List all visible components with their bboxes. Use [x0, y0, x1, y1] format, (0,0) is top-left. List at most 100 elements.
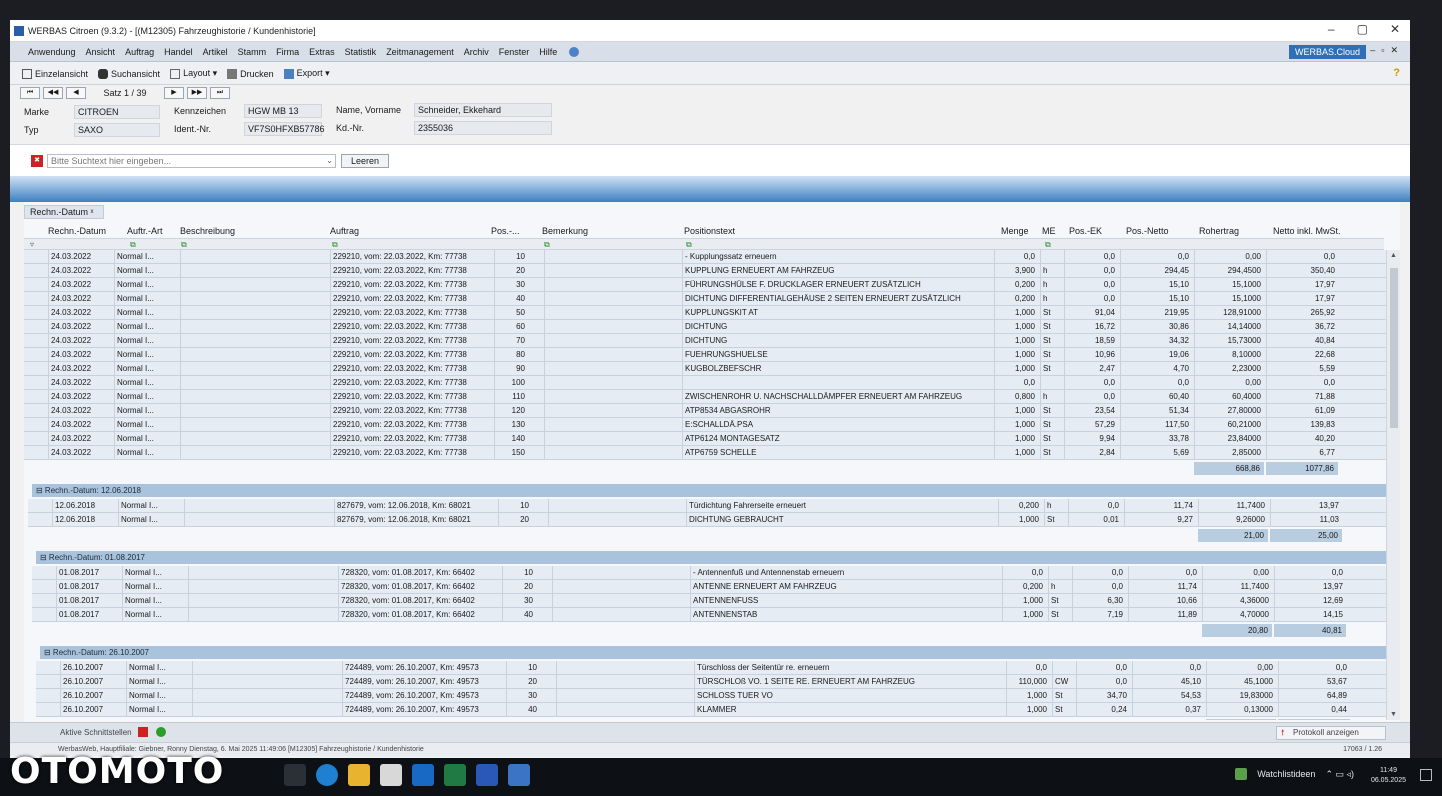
col-header-me[interactable]: ME	[1042, 226, 1056, 236]
menu-anwendung[interactable]: Anwendung	[28, 47, 76, 57]
watchlist-label[interactable]: Watchlistideen	[1257, 769, 1315, 779]
table-row[interactable]: 26.10.2007 Normal I... 724489, vom: 26.10.…	[36, 689, 1388, 703]
watchlist-icon[interactable]	[1235, 768, 1248, 780]
interface-error-icon[interactable]	[138, 727, 148, 737]
table-row[interactable]: 24.03.2022 Normal I... 229210, vom: 22.03.…	[24, 376, 1388, 390]
group-header[interactable]: ⊟ Rechn.-Datum: 12.06.2018	[32, 484, 1388, 497]
scroll-thumb[interactable]	[1390, 268, 1398, 428]
tray-icons[interactable]: ⌃ ▭ ◃)	[1325, 769, 1354, 780]
werbas-cloud-button[interactable]: WERBAS.Cloud	[1288, 45, 1366, 59]
table-row[interactable]: 24.03.2022 Normal I... 229210, vom: 22.03.…	[24, 418, 1388, 432]
filter-me-icon[interactable]: ⧉	[1045, 240, 1051, 250]
table-row[interactable]: 01.08.2017 Normal I... 728320, vom: 01.08.…	[32, 566, 1388, 580]
col-header-brutto[interactable]: Netto inkl. MwSt.	[1273, 226, 1341, 236]
drucken-button[interactable]: Drucken	[227, 68, 274, 79]
marke-field[interactable]: CITROEN	[74, 105, 160, 119]
menu-firma[interactable]: Firma	[276, 47, 299, 57]
word-icon[interactable]	[476, 764, 498, 786]
group-by-chip[interactable]: Rechn.-Datum ˣ	[24, 205, 104, 219]
kennzeichen-field[interactable]: HGW MB 13	[244, 104, 322, 118]
notification-icon[interactable]	[1420, 769, 1432, 781]
task-view-icon[interactable]	[284, 764, 306, 786]
menu-extras[interactable]: Extras	[309, 47, 335, 57]
col-header-beschreibung[interactable]: Beschreibung	[180, 226, 235, 236]
table-row[interactable]: 24.03.2022 Normal I... 229210, vom: 22.03.…	[24, 446, 1388, 460]
table-row[interactable]: 26.10.2007 Normal I... 724489, vom: 26.10.…	[36, 703, 1388, 717]
typ-field[interactable]: SAXO	[74, 123, 160, 137]
table-row[interactable]: 24.03.2022 Normal I... 229210, vom: 22.03.…	[24, 278, 1388, 292]
table-row[interactable]: 24.03.2022 Normal I... 229210, vom: 22.03.…	[24, 432, 1388, 446]
table-row[interactable]: 12.06.2018 Normal I... 827679, vom: 12.06.…	[28, 499, 1388, 513]
col-header-bemerkung[interactable]: Bemerkung	[542, 226, 588, 236]
table-row[interactable]: 24.03.2022 Normal I... 229210, vom: 22.03.…	[24, 334, 1388, 348]
menu-ansicht[interactable]: Ansicht	[86, 47, 116, 57]
interface-ok-icon[interactable]	[156, 727, 166, 737]
menu-statistik[interactable]: Statistik	[345, 47, 377, 57]
filter-auftrag-icon[interactable]: ⧉	[332, 240, 338, 250]
layout-button[interactable]: Layout ▾	[170, 68, 217, 79]
clock[interactable]: 11:49 06.05.2025	[1371, 766, 1406, 786]
table-row[interactable]: 24.03.2022 Normal I... 229210, vom: 22.03.…	[24, 320, 1388, 334]
table-row[interactable]: 24.03.2022 Normal I... 229210, vom: 22.03.…	[24, 348, 1388, 362]
table-row[interactable]: 24.03.2022 Normal I... 229210, vom: 22.03.…	[24, 404, 1388, 418]
scroll-up-icon[interactable]: ▲	[1390, 252, 1397, 259]
table-row[interactable]: 24.03.2022 Normal I... 229210, vom: 22.03.…	[24, 390, 1388, 404]
close-icon[interactable]: ✕	[1390, 22, 1400, 36]
filter-art-icon[interactable]: ⧉	[130, 240, 136, 250]
help-icon[interactable]: ?	[1393, 67, 1400, 79]
first-record-button[interactable]: ⏮	[20, 87, 40, 99]
minimize-icon[interactable]: –	[1328, 22, 1335, 36]
menu-handel[interactable]: Handel	[164, 47, 193, 57]
group-header[interactable]: ⊟ Rechn.-Datum: 01.08.2017	[36, 551, 1388, 564]
error-icon[interactable]: ✖	[31, 155, 43, 167]
table-row[interactable]: 24.03.2022 Normal I... 229210, vom: 22.03.…	[24, 306, 1388, 320]
chevron-down-icon[interactable]: ⌄	[326, 155, 333, 167]
menu-hilfe[interactable]: Hilfe	[539, 47, 557, 57]
vertical-scrollbar[interactable]: ▲ ▼	[1386, 250, 1400, 720]
table-row[interactable]: 12.06.2018 Normal I... 827679, vom: 12.06.…	[28, 513, 1388, 527]
calendar-icon[interactable]	[380, 764, 402, 786]
table-row[interactable]: 01.08.2017 Normal I... 728320, vom: 01.08.…	[32, 594, 1388, 608]
table-row[interactable]: 26.10.2007 Normal I... 724489, vom: 26.10.…	[36, 675, 1388, 689]
col-header-datum[interactable]: Rechn.-Datum	[48, 226, 106, 236]
outlook-icon[interactable]	[412, 764, 434, 786]
col-header-pos[interactable]: Pos.-...	[491, 226, 520, 236]
group-header[interactable]: ⊟ Rechn.-Datum: 26.10.2007	[40, 646, 1388, 659]
filter-beschreibung-icon[interactable]: ⧉	[181, 240, 187, 250]
next-page-button[interactable]: ▶▶	[187, 87, 207, 99]
explorer-icon[interactable]	[348, 764, 370, 786]
kdnr-field[interactable]: 2355036	[414, 121, 552, 135]
last-record-button[interactable]: ⏭	[210, 87, 230, 99]
menu-stamm[interactable]: Stamm	[238, 47, 267, 57]
table-row[interactable]: 24.03.2022 Normal I... 229210, vom: 22.03.…	[24, 292, 1388, 306]
col-header-netto[interactable]: Pos.-Netto	[1126, 226, 1169, 236]
col-header-auftrag[interactable]: Auftrag	[330, 226, 359, 236]
prev-record-button[interactable]: ◀	[66, 87, 86, 99]
filter-positionstext-icon[interactable]: ⧉	[686, 240, 692, 250]
menu-zeitmanagement[interactable]: Zeitmanagement	[386, 47, 454, 57]
table-row[interactable]: 24.03.2022 Normal I... 229210, vom: 22.03.…	[24, 264, 1388, 278]
excel-icon[interactable]	[444, 764, 466, 786]
table-row[interactable]: 26.10.2007 Normal I... 724489, vom: 26.10.…	[36, 661, 1388, 675]
filter-bemerkung-icon[interactable]: ⧉	[544, 240, 550, 250]
col-header-ek[interactable]: Pos.-EK	[1069, 226, 1102, 236]
einzelansicht-button[interactable]: Einzelansicht	[22, 68, 88, 79]
col-header-positionstext[interactable]: Positionstext	[684, 226, 735, 236]
table-row[interactable]: 01.08.2017 Normal I... 728320, vom: 01.08.…	[32, 580, 1388, 594]
col-header-menge[interactable]: Menge	[1001, 226, 1029, 236]
menu-archiv[interactable]: Archiv	[464, 47, 489, 57]
mdi-controls[interactable]: –▫✕	[1370, 45, 1404, 56]
globe-icon[interactable]	[569, 46, 580, 57]
table-row[interactable]: 24.03.2022 Normal I... 229210, vom: 22.03.…	[24, 250, 1388, 264]
prev-page-button[interactable]: ◀◀	[43, 87, 63, 99]
protokoll-button[interactable]: Protokoll anzeigen	[1276, 726, 1386, 740]
menu-auftrag[interactable]: Auftrag	[125, 47, 154, 57]
clear-button[interactable]: Leeren	[341, 154, 389, 168]
name-field[interactable]: Schneider, Ekkehard	[414, 103, 552, 117]
search-input[interactable]: Bitte Suchtext hier eingeben... ⌄	[47, 154, 336, 168]
werbas-taskbar-icon[interactable]	[508, 764, 530, 786]
ident-field[interactable]: VF7S0HFXB57786	[244, 122, 325, 136]
col-header-art[interactable]: Auftr.-Art	[127, 226, 163, 236]
scroll-down-icon[interactable]: ▼	[1390, 711, 1397, 718]
col-header-rohertrag[interactable]: Rohertrag	[1199, 226, 1239, 236]
